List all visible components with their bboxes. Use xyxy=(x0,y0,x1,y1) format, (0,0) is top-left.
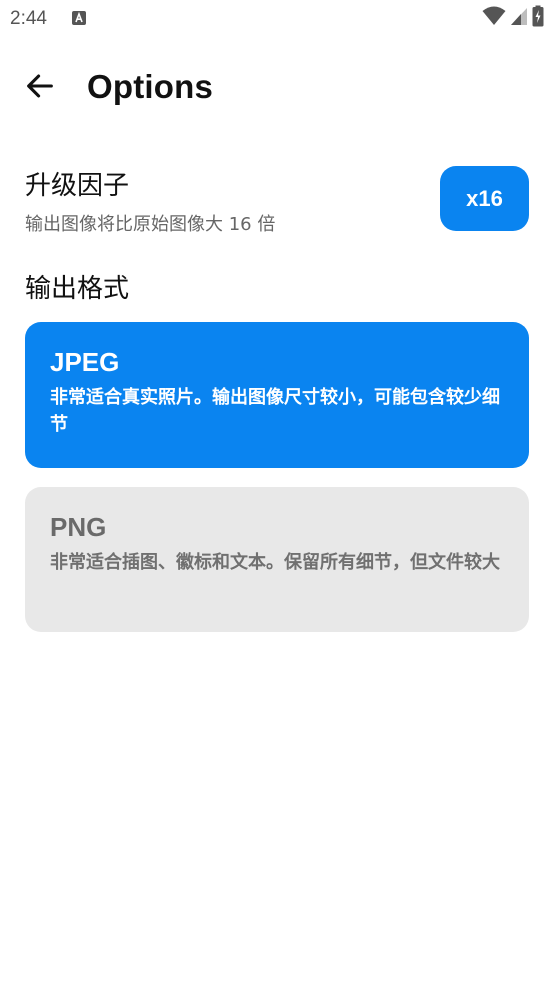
arrow-left-icon xyxy=(23,69,57,107)
app-bar: Options xyxy=(0,58,554,118)
scale-factor-description: 输出图像将比原始图像大 16 倍 xyxy=(25,214,276,235)
format-option-title: JPEG xyxy=(50,347,120,377)
wifi-icon xyxy=(482,6,506,30)
page-title: Options xyxy=(87,68,214,105)
back-button[interactable] xyxy=(16,64,64,112)
status-bar: 2:44 xyxy=(0,0,554,38)
output-format-heading: 输出格式 xyxy=(25,274,130,304)
format-option-title: PNG xyxy=(50,512,107,542)
scale-factor-button[interactable]: x16 xyxy=(440,166,529,231)
scale-factor-title: 升级因子 xyxy=(25,171,130,201)
battery-charging-icon xyxy=(532,5,544,31)
format-option-jpeg[interactable]: JPEG 非常适合真实照片。输出图像尺寸较小，可能包含较少细节 xyxy=(25,322,529,468)
format-option-png[interactable]: PNG 非常适合插图、徽标和文本。保留所有细节，但文件较大 xyxy=(25,487,529,632)
format-option-description: 非常适合插图、徽标和文本。保留所有细节，但文件较大 xyxy=(50,552,500,573)
format-option-description: 非常适合真实照片。输出图像尺寸较小，可能包含较少细节 xyxy=(50,387,500,435)
status-icons xyxy=(482,5,544,31)
text-a-icon xyxy=(71,10,87,26)
scale-factor-button-label: x16 xyxy=(466,185,503,211)
cell-signal-icon xyxy=(510,6,528,30)
status-time: 2:44 xyxy=(10,8,47,29)
